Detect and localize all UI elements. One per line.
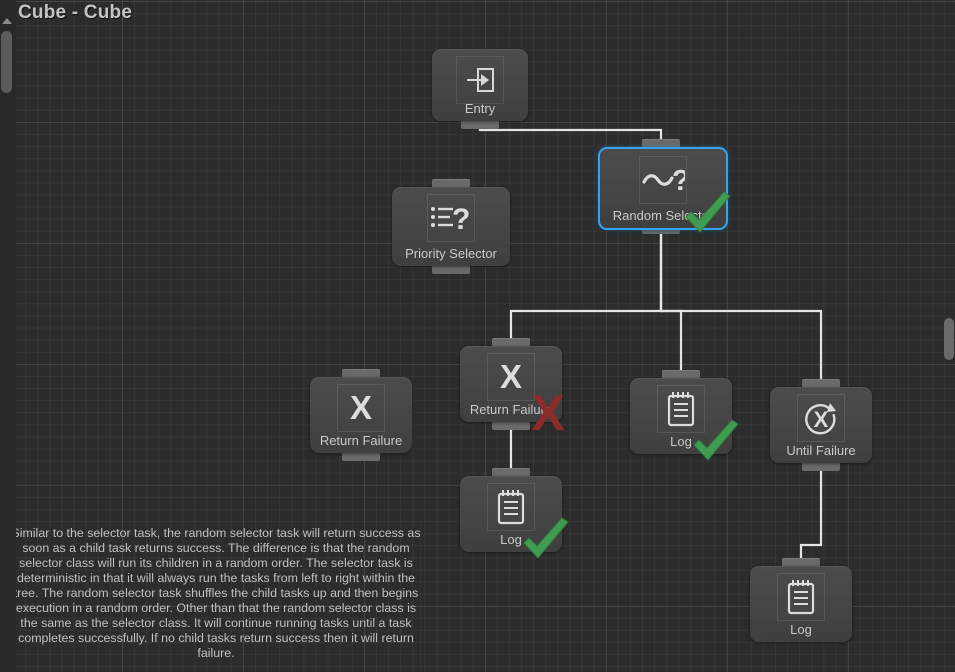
node-label: Log <box>790 622 812 637</box>
task-description: Similar to the selector task, the random… <box>11 526 421 660</box>
right-scrollbar-thumb[interactable] <box>944 318 954 360</box>
node-return-failure-mid[interactable]: X Return Failure X <box>460 338 565 438</box>
x-mark-icon: X <box>337 384 385 432</box>
svg-text:?: ? <box>672 165 685 197</box>
svg-text:?: ? <box>452 203 470 236</box>
node-body[interactable]: Log <box>460 476 562 552</box>
node-label: Random Selector <box>612 208 714 223</box>
node-log-center[interactable]: Log <box>630 370 739 462</box>
notepad-icon <box>487 483 535 531</box>
node-priority-selector[interactable]: ? Priority Selector <box>392 179 510 274</box>
node-return-failure-left[interactable]: X Return Failure <box>310 369 412 461</box>
node-entry[interactable]: Entry <box>432 41 528 129</box>
tilde-question-icon: ? <box>639 156 687 204</box>
svg-text:X: X <box>350 391 372 425</box>
node-label: Entry <box>464 101 496 116</box>
node-label: Until Failure <box>786 443 856 458</box>
node-body[interactable]: X Until Failure <box>770 387 872 463</box>
node-body[interactable]: Log <box>750 566 852 642</box>
svg-text:X: X <box>500 360 522 394</box>
node-label: Log <box>670 434 692 449</box>
scroll-up-arrow-icon[interactable] <box>2 18 12 24</box>
node-label: Return Failure <box>319 433 403 448</box>
node-label: Priority Selector <box>405 246 497 261</box>
behavior-tree-editor: Entry ? Random Selector <box>0 0 955 672</box>
entry-arrow-icon <box>456 56 504 104</box>
notepad-icon <box>657 385 705 433</box>
left-gutter <box>0 0 16 672</box>
vertical-scrollbar-thumb[interactable] <box>1 31 12 93</box>
node-log-bottom[interactable]: Log <box>750 558 852 650</box>
node-log-mid[interactable]: Log <box>460 468 569 560</box>
node-body[interactable]: ? Random Selector <box>598 147 728 230</box>
node-body[interactable]: X Return Failure <box>310 377 412 453</box>
node-body[interactable]: X Return Failure <box>460 346 562 422</box>
node-until-failure[interactable]: X Until Failure <box>770 379 872 471</box>
list-question-icon: ? <box>427 194 475 242</box>
x-mark-icon: X <box>487 353 535 401</box>
node-body[interactable]: Log <box>630 378 732 454</box>
node-label: Log <box>500 532 522 547</box>
node-random-selector[interactable]: ? Random Selector <box>598 139 731 234</box>
node-body[interactable]: ? Priority Selector <box>392 187 510 266</box>
node-label: Return Failure <box>469 402 553 417</box>
notepad-icon <box>777 573 825 621</box>
node-body[interactable]: Entry <box>432 49 528 121</box>
circular-x-icon: X <box>797 394 845 442</box>
page-title: Cube - Cube <box>18 2 133 23</box>
svg-text:X: X <box>814 407 829 432</box>
